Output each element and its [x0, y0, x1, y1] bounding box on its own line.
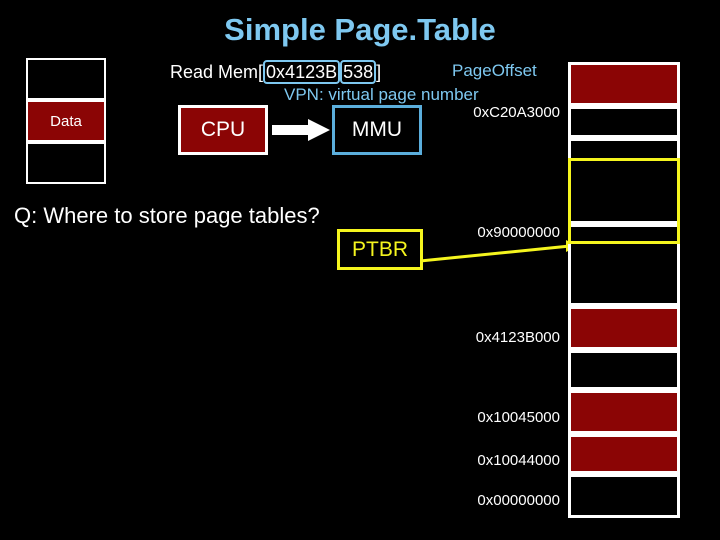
right-memory-cell-2: [568, 138, 680, 224]
page-offset-label: PageOffset: [452, 61, 537, 80]
question-text: Q: Where to store page tables?: [14, 203, 320, 228]
right-memory-cell-6: [568, 390, 680, 434]
slide-canvas: Simple Page.Table Data Read Mem[0x4123B 5…: [0, 0, 720, 540]
right-memory-cell-0: [568, 62, 680, 106]
read-mem-suffix: ]: [376, 62, 382, 82]
address-label-0: 0xC20A3000: [473, 104, 560, 121]
vpn-label: VPN: virtual page number: [284, 85, 479, 104]
cpu-to-mmu-arrow-icon: [272, 118, 332, 142]
right-memory-cell-4: [568, 306, 680, 350]
cpu-block: CPU: [178, 105, 268, 155]
left-memory-column: Data: [26, 58, 106, 184]
right-memory-cell-1: [568, 106, 680, 138]
right-memory-cell-8: [568, 474, 680, 518]
vpn-bits-box: 0x4123B: [263, 60, 341, 85]
left-memory-cell-2: [26, 142, 106, 184]
read-mem-expression: Read Mem[0x4123B 538]: [170, 60, 382, 85]
address-label-1: 0x90000000: [477, 224, 560, 241]
address-label-2: 0x4123B000: [475, 329, 560, 346]
left-memory-cell-data: Data: [26, 100, 106, 142]
page-offset-bits-box: 538: [340, 60, 377, 85]
address-label-4: 0x10044000: [477, 452, 560, 469]
address-label-3: 0x10045000: [477, 409, 560, 426]
right-memory-cell-7: [568, 434, 680, 474]
address-label-5: 0x00000000: [477, 492, 560, 509]
left-memory-cell-0: [26, 58, 106, 100]
right-memory-cell-3: [568, 224, 680, 306]
read-mem-prefix: Read Mem[: [170, 62, 264, 82]
right-memory-cell-5: [568, 350, 680, 390]
right-memory-column: [568, 62, 680, 518]
page-title: Simple Page.Table: [224, 12, 496, 47]
